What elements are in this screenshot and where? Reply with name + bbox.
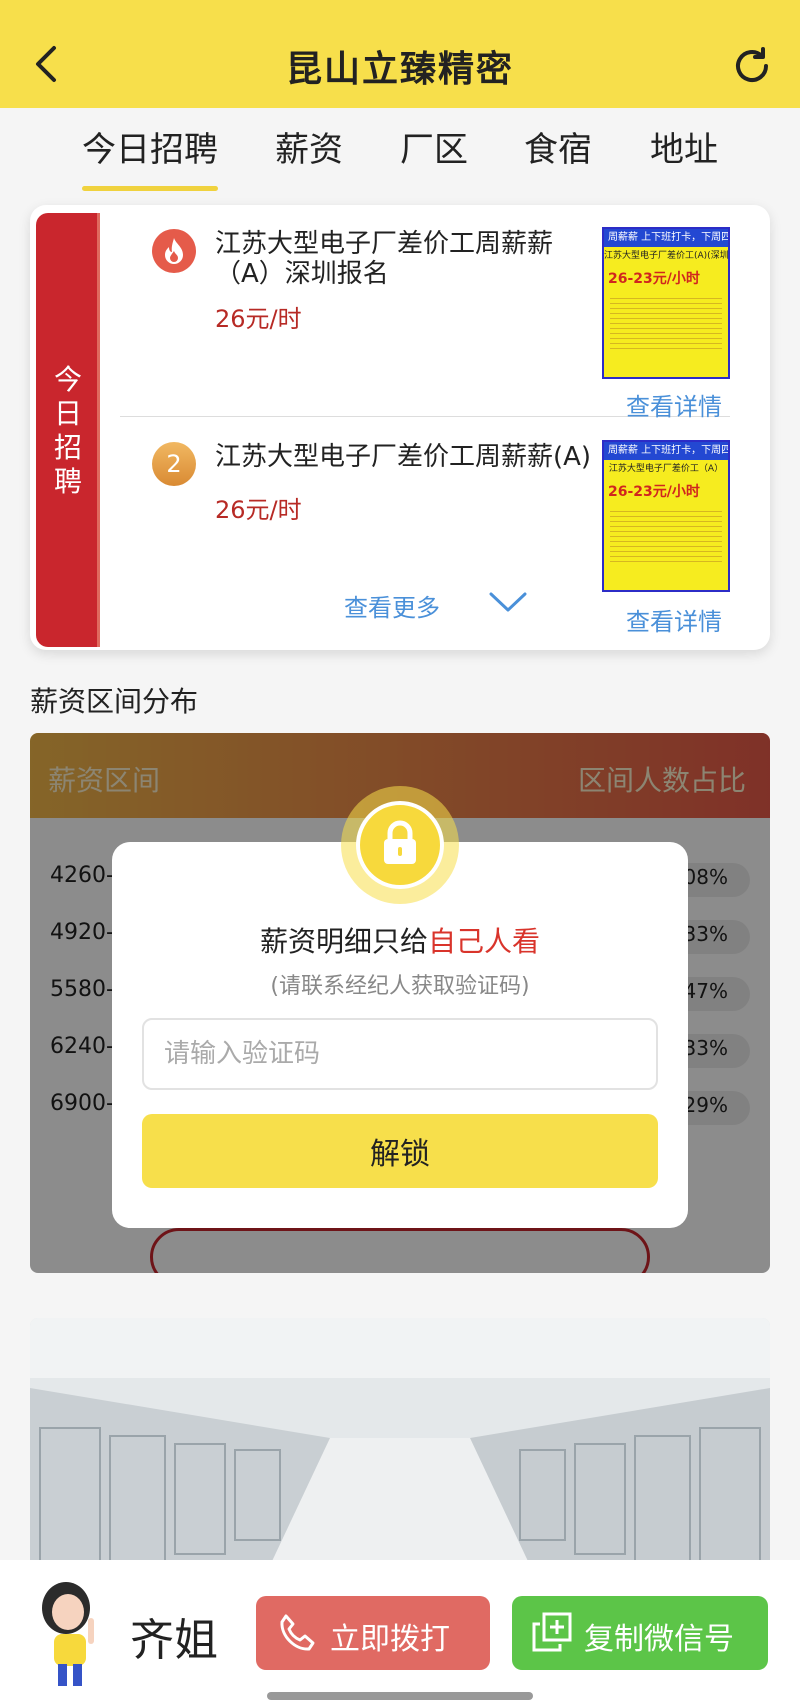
- job-wage: 26元/时: [215, 305, 302, 333]
- page-title: 昆山立臻精密: [285, 49, 514, 90]
- tab-factory[interactable]: 厂区: [400, 122, 468, 171]
- poster-price: 26-23元/小时: [608, 484, 700, 500]
- poster-details: [610, 294, 722, 350]
- today-recruit-ribbon: 今日招聘: [36, 213, 100, 647]
- tab-today-recruit[interactable]: 今日招聘: [82, 122, 218, 191]
- ribbon-char: 招: [53, 431, 82, 464]
- modal-message: 薪资明细只给自己人看: [259, 925, 541, 958]
- poster-details: [610, 507, 722, 563]
- poster-sub: 江苏大型电子厂差价工（A）: [608, 464, 724, 474]
- refresh-icon[interactable]: [730, 44, 774, 88]
- today-jobs-card: 今日招聘 江苏大型电子厂差价工周薪薪（A）深圳报名 26元/时 周薪薪 上下班打…: [30, 205, 770, 650]
- chevron-down-icon[interactable]: [488, 591, 528, 613]
- job-wage: 26元/时: [215, 496, 302, 524]
- view-more-link[interactable]: 查看更多: [344, 588, 440, 623]
- ribbon-char: 聘: [53, 465, 82, 498]
- tab-address[interactable]: 地址: [650, 122, 718, 171]
- active-tab-indicator: [82, 186, 218, 191]
- fire-icon: [152, 229, 196, 273]
- unlock-button[interactable]: 解锁: [142, 1114, 658, 1188]
- poster-sub: 江苏大型电子厂差价工(A)(深圳报名): [604, 251, 728, 261]
- copy-icon: [532, 1612, 572, 1652]
- ribbon-char: 日: [53, 397, 82, 430]
- agent-avatar: [42, 1582, 94, 1686]
- modal-highlight: 自己人看: [428, 925, 541, 958]
- job-poster-image[interactable]: 周薪薪 上下班打卡，下周四拿钱 江苏大型电子厂差价工(A)(深圳报名) 26-2…: [602, 227, 730, 379]
- ribbon-label: 今日招聘: [36, 363, 100, 499]
- poster-head: 周薪薪 上下班打卡，下周四拿钱: [604, 442, 728, 460]
- tab-food-lodging[interactable]: 食宿: [524, 122, 592, 171]
- tab-salary[interactable]: 薪资: [275, 122, 343, 171]
- job-title: 江苏大型电子厂差价工周薪薪（A）深圳报名: [215, 229, 554, 289]
- bottom-action-bar: 齐姐 立即拨打 复制微信号: [0, 1560, 800, 1707]
- view-detail-link[interactable]: 查看详情: [626, 387, 722, 422]
- job-item[interactable]: 江苏大型电子厂差价工周薪薪（A）深圳报名 26元/时 周薪薪 上下班打卡，下周四…: [120, 217, 730, 421]
- call-now-button[interactable]: 立即拨打: [256, 1596, 490, 1670]
- rank-badge: 2: [152, 442, 196, 486]
- home-indicator: [267, 1692, 533, 1700]
- wechat-label: 复制微信号: [584, 1622, 734, 1657]
- agent-name: 齐姐: [130, 1615, 218, 1666]
- salary-section-title: 薪资区间分布: [30, 685, 199, 718]
- job-item[interactable]: 2 江苏大型电子厂差价工周薪薪(A) 26元/时 周薪薪 上下班打卡，下周四拿钱…: [120, 430, 760, 640]
- app-header: 昆山立臻精密: [0, 0, 800, 108]
- call-label: 立即拨打: [330, 1622, 450, 1657]
- poster-price: 26-23元/小时: [608, 271, 700, 287]
- ribbon-char: 今: [53, 363, 82, 396]
- view-detail-link[interactable]: 查看详情: [626, 602, 722, 637]
- job-poster-image[interactable]: 周薪薪 上下班打卡，下周四拿钱 江苏大型电子厂差价工（A） 26-23元/小时: [602, 440, 730, 592]
- phone-icon: [280, 1614, 315, 1651]
- verification-code-input[interactable]: [142, 1018, 658, 1090]
- poster-head: 周薪薪 上下班打卡，下周四拿钱: [604, 229, 728, 247]
- modal-subtext: (请联系经纪人获取验证码): [270, 974, 530, 999]
- copy-wechat-button[interactable]: 复制微信号: [512, 1596, 768, 1670]
- lock-icon: [384, 820, 416, 864]
- job-title: 江苏大型电子厂差价工周薪薪(A): [215, 442, 592, 472]
- tab-bar: 今日招聘 薪资 厂区 食宿 地址: [0, 108, 800, 191]
